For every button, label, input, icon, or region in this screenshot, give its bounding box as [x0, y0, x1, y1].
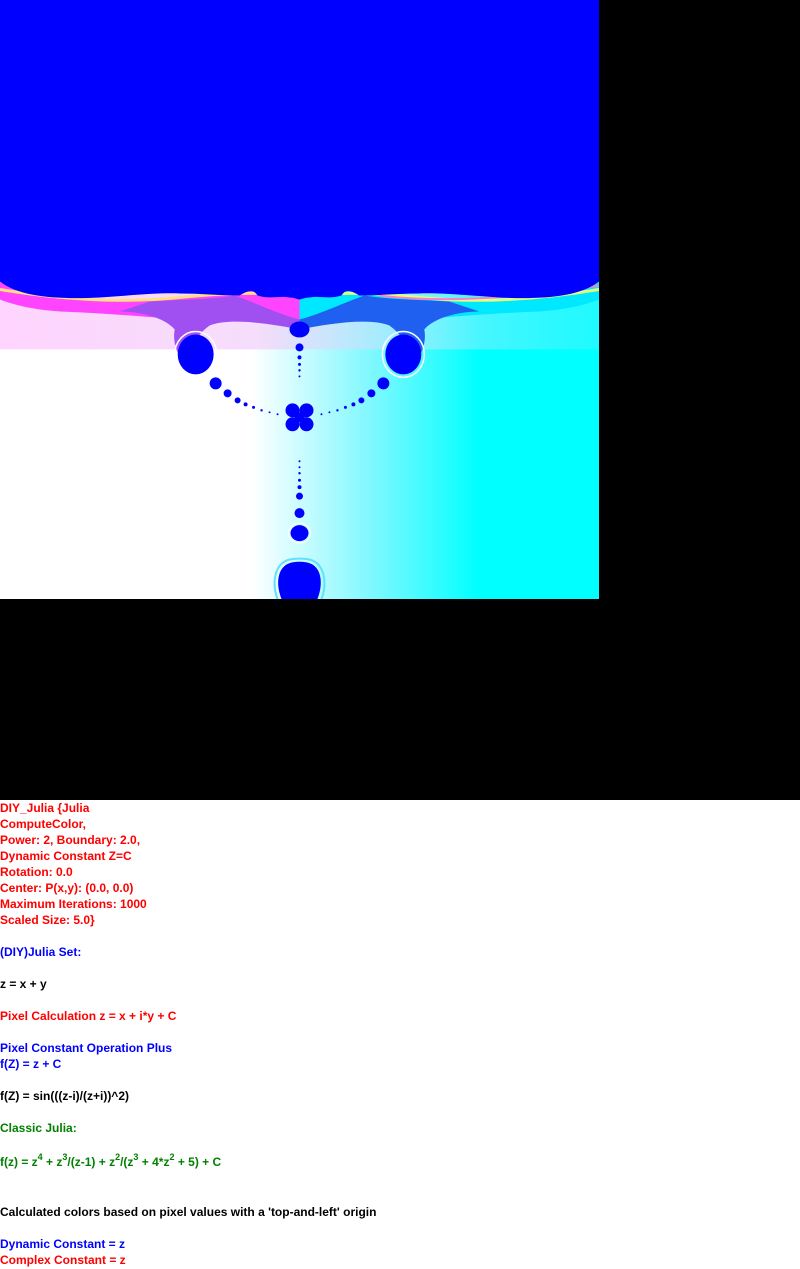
- pixel-constant-operation: Pixel Constant Operation Plus: [0, 1041, 173, 1055]
- params-line-scaled-size: Scaled Size: 5.0}: [0, 913, 95, 927]
- classic-julia-title: Classic Julia:: [0, 1121, 77, 1135]
- dynamic-constant-line: Dynamic Constant = z: [0, 1237, 126, 1251]
- z-definition: z = x + y: [0, 977, 47, 991]
- function-plus: f(Z) = z + C: [0, 1057, 62, 1071]
- calculated-colors-note: Calculated colors based on pixel values …: [0, 1205, 377, 1219]
- left-lobe: [177, 334, 214, 375]
- set-title: (DIY)Julia Set:: [0, 945, 82, 959]
- fractal-parameters-panel: DIY_Julia {Julia ComputeColor, Power: 2,…: [0, 800, 800, 1268]
- params-line-dynamic: Dynamic Constant Z=C: [0, 849, 132, 863]
- julia-fractal-image: [0, 0, 599, 599]
- params-line-compute: ComputeColor,: [0, 817, 86, 831]
- params-line-power: Power: 2, Boundary: 2.0,: [0, 833, 141, 847]
- right-lobe: [385, 334, 422, 375]
- function-sin: f(Z) = sin(((z-i)/(z+i))^2): [0, 1089, 129, 1103]
- params-line-center: Center: P(x,y): (0.0, 0.0): [0, 881, 134, 895]
- params-line-name: DIY_Julia {Julia: [0, 801, 90, 815]
- classic-julia-formula: f(z) = z4 + z3/(z-1) + z2/(z3 + 4*z2 + 5…: [0, 1152, 222, 1170]
- complex-constant-line: Complex Constant = z: [0, 1253, 126, 1267]
- render-canvas: [0, 0, 800, 800]
- params-line-iterations: Maximum Iterations: 1000: [0, 897, 147, 911]
- blue-interior-region: [0, 0, 599, 300]
- params-line-rotation: Rotation: 0.0: [0, 865, 73, 879]
- pixel-calculation: Pixel Calculation z = x + i*y + C: [0, 1009, 177, 1023]
- bottom-blob: [278, 561, 321, 599]
